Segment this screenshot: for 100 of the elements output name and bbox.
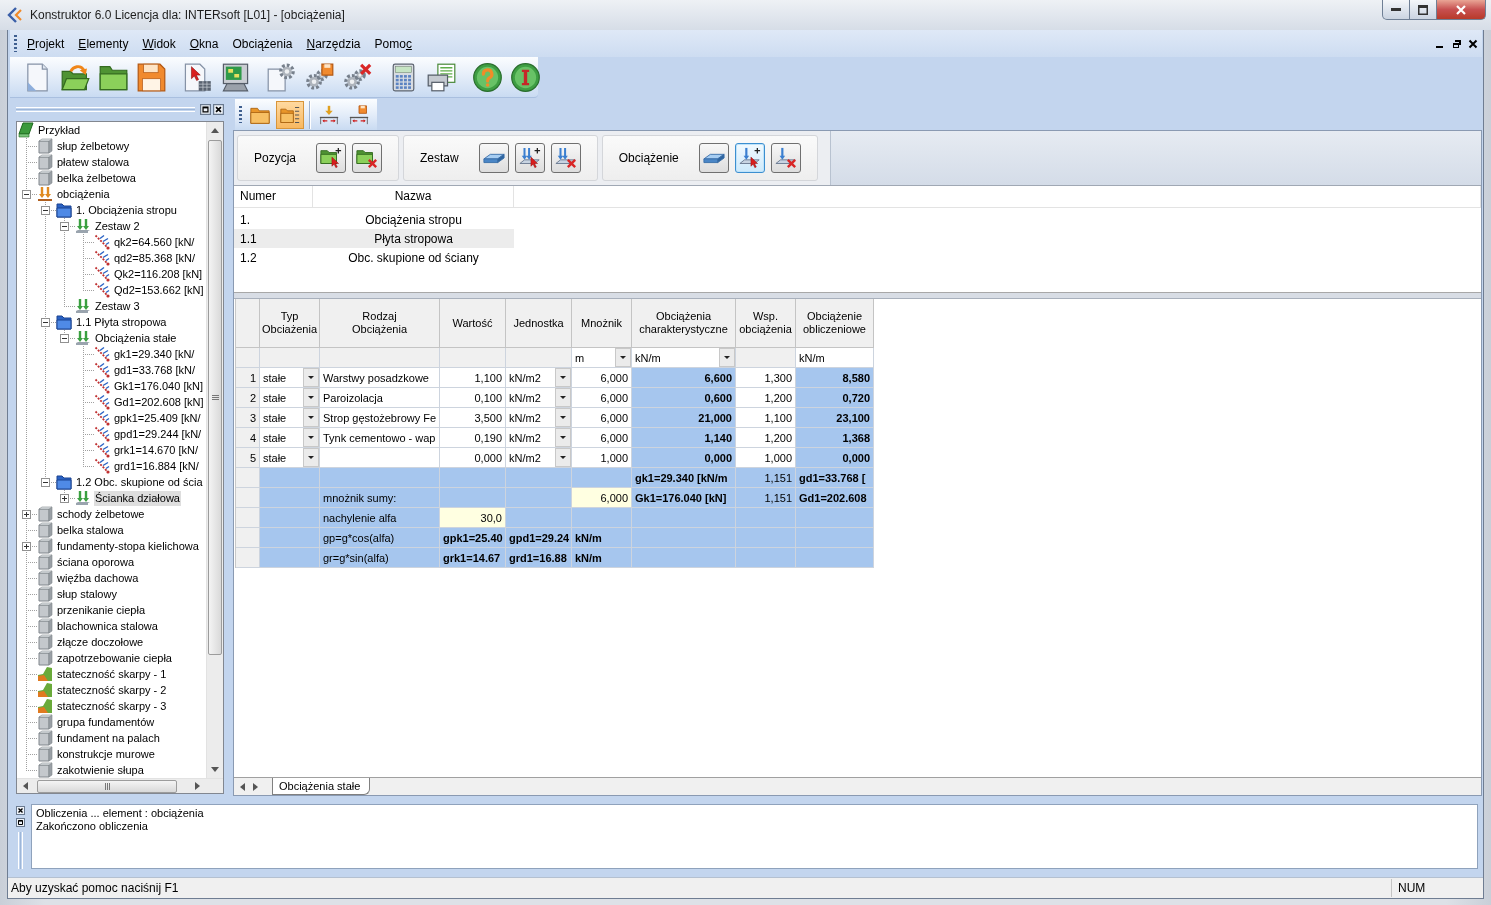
tree-item[interactable]: słup stalowy [56, 586, 118, 602]
tree-item[interactable]: Zestaw 3 [94, 298, 141, 314]
menu-item[interactable]: Obciążenia [225, 33, 300, 54]
tree-item[interactable]: 1. Obciążenia stropu [75, 202, 178, 218]
tree-item[interactable]: gpd1=29.244 [kN/ [113, 426, 203, 442]
tree-item[interactable]: stateczność skarpy - 2 [56, 682, 168, 698]
tree-item[interactable]: grupa fundamentów [56, 714, 156, 730]
scrollbar[interactable] [206, 122, 223, 778]
arrow-left-icon[interactable] [240, 782, 245, 791]
tree-item[interactable]: qd2=85.368 [kN/ [113, 250, 197, 266]
sheet-tab[interactable]: Obciążenia stałe [272, 778, 371, 795]
collapse-icon[interactable] [22, 189, 31, 199]
tree-item[interactable]: gk1=29.340 [kN/ [113, 346, 196, 362]
tree-item[interactable]: gpk1=25.409 [kN/ [113, 410, 202, 426]
tree-item[interactable]: ściana oporowa [56, 554, 136, 570]
minimize-icon[interactable] [1436, 45, 1443, 48]
toolbar-button[interactable] [276, 100, 304, 129]
tree-item[interactable]: stateczność skarpy - 3 [56, 698, 168, 714]
column-header[interactable]: Obciążenie obliczeniowe [796, 299, 874, 348]
tool-button[interactable] [770, 143, 801, 173]
tree-item[interactable]: Przykład [37, 122, 82, 138]
tree-item[interactable]: grk1=14.670 [kN/ [113, 442, 200, 458]
tree-item[interactable]: Qk2=116.208 [kN] [113, 266, 204, 282]
menu-item[interactable]: Widok [135, 33, 183, 54]
tree-item[interactable]: więźba dachowa [56, 570, 140, 586]
column-header[interactable]: Mnożnik [572, 299, 632, 348]
scroll-thumb[interactable] [208, 140, 222, 655]
restore-icon[interactable] [1452, 38, 1462, 49]
collapse-icon[interactable] [41, 205, 50, 215]
input-field[interactable]: 6,000 [572, 488, 632, 508]
input-field[interactable]: 30,0 [440, 508, 506, 528]
tree-item[interactable]: belka żelbetowa [56, 170, 137, 186]
tree-item[interactable]: złącze doczołowe [56, 634, 145, 650]
select-field[interactable]: kN/m2 [506, 428, 572, 448]
tree-item[interactable]: Ścianka działowa [94, 490, 181, 506]
menu-item[interactable]: Projekt [20, 33, 72, 54]
tree-item[interactable]: belka stalowa [56, 522, 125, 538]
tree-item[interactable]: blachownica stalowa [56, 618, 159, 634]
list-row[interactable]: 1. Obciążenia stropu [234, 210, 514, 229]
tree-item[interactable]: zakotwienie słupa [56, 762, 145, 778]
select-field[interactable]: kN/m2 [506, 408, 572, 428]
tree-item[interactable]: Qd2=153.662 [kN] [113, 282, 205, 298]
close-icon[interactable] [1468, 38, 1478, 49]
collapse-icon[interactable] [41, 317, 50, 327]
list-row[interactable]: 1.2 Obc. skupione od ściany [234, 248, 514, 267]
arrow-right-icon[interactable] [253, 782, 258, 791]
tree-item[interactable]: Gk1=176.040 [kN] [113, 378, 204, 394]
select-field[interactable]: m [572, 348, 632, 368]
close-button[interactable] [1436, 0, 1486, 20]
collapse-icon[interactable] [41, 477, 50, 487]
tool-button[interactable] [316, 143, 347, 173]
tool-button[interactable] [478, 143, 509, 173]
menu-item[interactable]: Elementy [71, 33, 136, 54]
tree-item[interactable]: słup żelbetowy [56, 138, 131, 154]
tree-item[interactable]: konstrukcje murowe [56, 746, 156, 762]
tree-item[interactable]: schody żelbetowe [56, 506, 146, 522]
select-field[interactable]: kN/m2 [506, 448, 572, 468]
expand-icon[interactable] [22, 541, 31, 551]
arrow-up-icon[interactable] [211, 128, 219, 133]
tool-button[interactable] [514, 143, 545, 173]
tool-button[interactable] [734, 143, 765, 173]
tree-item[interactable]: Zestaw 2 [94, 218, 141, 234]
tool-button[interactable] [352, 143, 383, 173]
list-row[interactable]: 1.1 Płyta stropowa [234, 229, 514, 248]
tree-item[interactable]: Gd1=202.608 [kN] [113, 394, 205, 410]
window-icon[interactable] [16, 818, 25, 827]
select-field[interactable]: stałe [260, 428, 320, 448]
select-field[interactable]: stałe [260, 388, 320, 408]
window-icon[interactable] [200, 103, 211, 115]
tree-item[interactable]: qk2=64.560 [kN/ [113, 234, 196, 250]
column-header[interactable]: Rodzaj Obciążenia [320, 299, 440, 348]
close-icon[interactable] [213, 103, 224, 115]
tree-item[interactable]: obciążenia [56, 186, 111, 202]
tree-item[interactable]: fundament na palach [56, 730, 161, 746]
expand-icon[interactable] [60, 493, 69, 503]
arrow-right-icon[interactable] [195, 782, 200, 790]
column-header[interactable]: Typ Obciażenia [260, 299, 320, 348]
column-header[interactable]: Numer [234, 186, 313, 207]
tree-item[interactable]: gd1=33.768 [kN/ [113, 362, 197, 378]
arrow-down-icon[interactable] [211, 767, 219, 772]
tree-item[interactable]: 1.2 Obc. skupione od ścia [75, 474, 204, 490]
column-header[interactable]: Nazwa [313, 186, 514, 207]
column-header[interactable]: Obciążenia charakterystyczne [632, 299, 736, 348]
collapse-icon[interactable] [60, 333, 69, 343]
scroll-thumb[interactable] [37, 779, 177, 793]
menu-item[interactable]: Pomoc [367, 33, 419, 54]
scrollbar[interactable] [17, 778, 223, 793]
tree-item[interactable]: stateczność skarpy - 1 [56, 666, 168, 682]
menu-item[interactable]: Narzędzia [299, 33, 368, 54]
maximize-button[interactable] [1409, 0, 1437, 20]
expand-icon[interactable] [22, 509, 31, 519]
tool-button[interactable] [698, 143, 729, 173]
select-field[interactable]: kN/m2 [506, 388, 572, 408]
tree-item[interactable]: 1.1 Płyta stropowa [75, 314, 168, 330]
close-icon[interactable] [16, 806, 25, 815]
column-header[interactable]: Wartość [440, 299, 506, 348]
select-field[interactable]: stałe [260, 368, 320, 388]
collapse-icon[interactable] [60, 221, 69, 231]
select-field[interactable]: kN/m [632, 348, 736, 368]
tree-item[interactable]: Obciążenia stałe [94, 330, 178, 346]
